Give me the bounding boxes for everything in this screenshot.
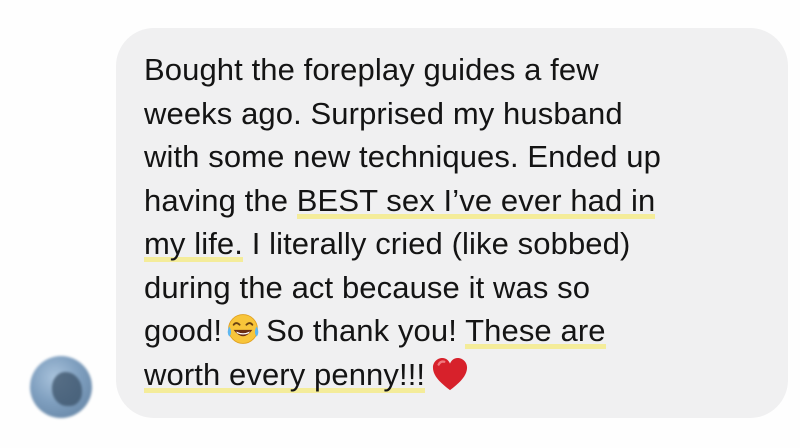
highlighted-text: my life.	[144, 226, 243, 263]
message-line: with some new techniques. Ended up	[144, 139, 661, 174]
highlighted-text: worth every penny!!!	[144, 356, 426, 394]
chat-screenshot: Bought the foreplay guides a few weeks a…	[0, 0, 800, 448]
tears-of-joy-icon	[227, 314, 259, 344]
message-text: Bought the foreplay guides a few weeks a…	[144, 48, 774, 396]
message-line: good! So thank you! These are	[144, 313, 606, 350]
avatar[interactable]	[30, 356, 92, 418]
message-line: during the act because it was so	[144, 269, 591, 305]
message-line: weeks ago. Surprised my husband	[144, 95, 623, 131]
highlighted-text: BEST sex I’ve ever had in	[296, 182, 656, 220]
message-line: Bought the foreplay guides a few	[144, 52, 599, 87]
message-line: my life. I literally cried (like sobbed)	[144, 226, 631, 263]
message-line: worth every penny!!!	[144, 353, 774, 397]
highlighted-text: These are	[465, 313, 606, 350]
message-line: having the BEST sex I’ve ever had in	[144, 182, 656, 220]
avatar-silhouette	[52, 372, 82, 406]
red-heart-icon	[433, 357, 468, 390]
